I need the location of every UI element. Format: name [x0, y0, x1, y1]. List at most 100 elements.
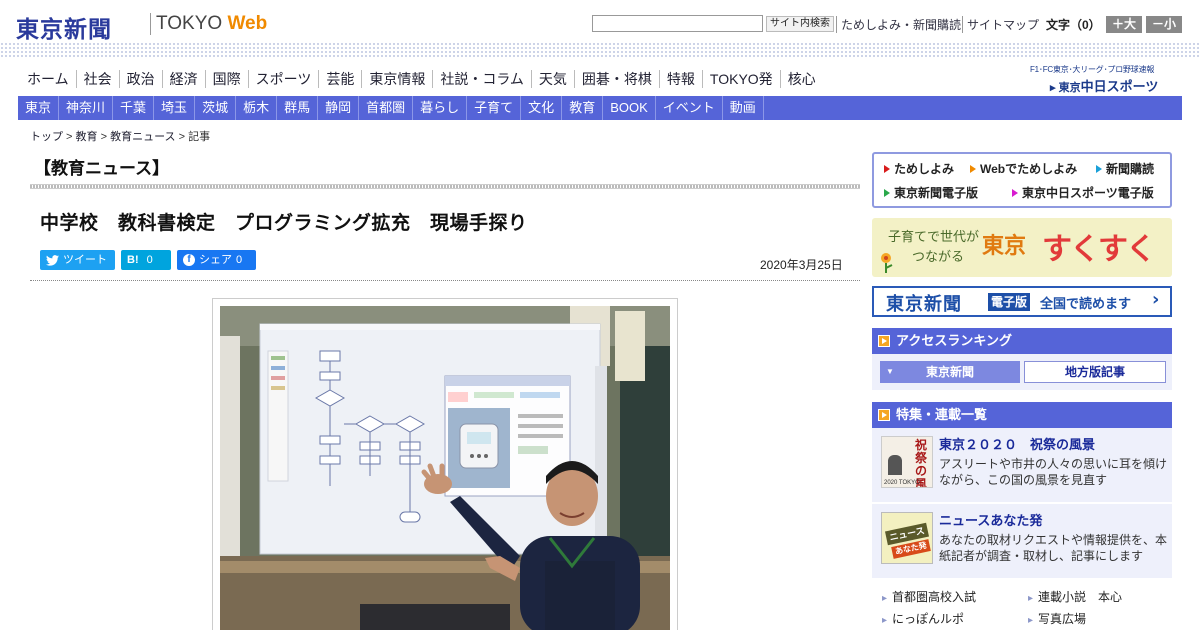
region-video[interactable]: 動画 [723, 96, 764, 120]
promo-chunichi-digital-link[interactable]: 東京中日スポーツ電子版 [1012, 184, 1154, 201]
digital-edition-banner[interactable]: 東京新聞 電子版 全国で読めます › [872, 286, 1172, 317]
breadcrumb-top[interactable]: トップ [30, 131, 63, 143]
nav-entertainment[interactable]: 芸能 [319, 70, 363, 88]
nav-economy[interactable]: 経済 [163, 70, 206, 88]
flower-icon [881, 253, 893, 273]
link-high-school-exam[interactable]: 首都圏高校入試 [882, 588, 976, 605]
section-label: 【教育ニュース】 [34, 159, 170, 178]
sponsor-tagline[interactable]: F1･FC東京･大リーグ･プロ野球速報 [1030, 64, 1154, 75]
promo-trial-label: ためしよみ [894, 162, 955, 176]
promo-web-trial-link[interactable]: Webでためしよみ [970, 160, 1077, 177]
site-logo[interactable]: 東京新聞 [16, 10, 112, 44]
region-shutoken[interactable]: 首都圏 [359, 96, 414, 120]
region-living[interactable]: 暮らし [413, 96, 468, 120]
ebanner-logo: 東京新聞 [886, 294, 962, 315]
nav-tokyo-info[interactable]: 東京情報 [362, 70, 434, 88]
font-smaller-button[interactable]: －小 [1146, 16, 1182, 33]
ranking-tab-local-articles[interactable]: 地方版記事 [1024, 361, 1166, 383]
region-gunma[interactable]: 群馬 [277, 96, 319, 120]
red-triangle-icon [884, 165, 890, 173]
breadcrumb-separator: > [63, 131, 76, 143]
section-rule [30, 184, 860, 189]
region-tokyo[interactable]: 東京 [18, 96, 60, 120]
feature-item[interactable]: 祝祭の風景 2020 TOKYO 東京２０２０ 祝祭の風景 アスリートや市井の人… [872, 428, 1172, 502]
classroom-photo-illustration [220, 306, 670, 630]
sukusuku-logo: すくすく [1042, 232, 1156, 267]
access-ranking-title: アクセスランキング [896, 333, 1012, 348]
chunichi-sports-banner[interactable]: ▸ 東京中日スポーツ [1050, 76, 1158, 95]
link-serial-novel[interactable]: 連載小説 本心 [1028, 588, 1122, 605]
nav-special-report[interactable]: 特報 [660, 70, 703, 88]
region-shizuoka[interactable]: 静岡 [318, 96, 360, 120]
hatena-count: 0 [146, 254, 153, 266]
nav-society[interactable]: 社会 [77, 70, 120, 88]
region-tochigi[interactable]: 栃木 [236, 96, 278, 120]
nav-home[interactable]: ホーム [20, 70, 77, 88]
logo-divider [150, 13, 151, 35]
features-title: 特集・連載一覧 [896, 407, 988, 422]
runner-figure [888, 455, 902, 475]
tweet-button[interactable]: ツイート [40, 250, 115, 270]
promo-digital-label: 東京新聞電子版 [894, 186, 979, 200]
sitemap-link[interactable]: サイトマップ [962, 16, 1039, 33]
article-photo[interactable] [220, 306, 670, 630]
feature-thumb-tokyo2020: 祝祭の風景 2020 TOKYO [881, 436, 933, 488]
facebook-share-button[interactable]: f シェア 0 [177, 250, 256, 270]
feature-title: 東京２０２０ 祝祭の風景 [939, 437, 1096, 452]
region-parenting[interactable]: 子育て [467, 96, 522, 120]
tokyo-web-logo[interactable]: TOKYO Web [156, 13, 267, 35]
article-date: 2020年3月25日 [760, 258, 843, 272]
feature-description: アスリートや市井の人々の思いに耳を傾けながら、この国の風景を見直す [939, 457, 1168, 487]
region-saitama[interactable]: 埼玉 [154, 96, 196, 120]
nav-sports[interactable]: スポーツ [249, 70, 320, 88]
chevron-right-icon: › [1152, 289, 1160, 310]
nav-international[interactable]: 国際 [206, 70, 249, 88]
site-search-button[interactable]: サイト内検索 [766, 16, 834, 32]
feature-item[interactable]: ニュース あなた発 ニュースあなた発 あなたの取材リクエストや情報提供を、本紙記… [872, 504, 1172, 578]
sukusuku-banner[interactable]: 子育てで世代が つながる 東京 すくすく [872, 218, 1172, 277]
green-triangle-icon [884, 189, 890, 197]
nav-go-shogi[interactable]: 囲碁・将棋 [575, 70, 660, 88]
sponsor-arrow-icon: ▸ [1050, 82, 1056, 94]
logo-tokyo-text: TOKYO [156, 13, 223, 34]
promo-trial-link[interactable]: ためしよみ [884, 160, 954, 177]
access-ranking-header: アクセスランキング [872, 328, 1172, 354]
region-event[interactable]: イベント [656, 96, 723, 120]
search-input[interactable] [592, 15, 763, 32]
breadcrumb-education[interactable]: 教育 [76, 131, 98, 143]
region-ibaraki[interactable]: 茨城 [195, 96, 237, 120]
sukusuku-tagline-2: つながる [912, 249, 965, 264]
hatena-bookmark-button[interactable]: B! 0 [121, 250, 171, 270]
sukusuku-tokyo: 東京 [982, 233, 1027, 259]
region-book[interactable]: BOOK [603, 96, 656, 120]
region-kanagawa[interactable]: 神奈川 [59, 96, 114, 120]
ranking-tab-tokyo-shimbun[interactable]: ▼ 東京新聞 [880, 361, 1020, 383]
region-culture[interactable]: 文化 [521, 96, 563, 120]
nav-editorial-column[interactable]: 社説・コラム [433, 70, 532, 88]
nav-politics[interactable]: 政治 [120, 70, 163, 88]
fb-share-count: 0 [236, 254, 243, 266]
trial-subscribe-link[interactable]: ためしよみ・新聞購読 [836, 16, 961, 33]
blue-triangle-icon [1096, 165, 1102, 173]
nav-weather[interactable]: 天気 [532, 70, 575, 88]
font-larger-button[interactable]: ＋大 [1106, 16, 1142, 33]
promo-digital-link[interactable]: 東京新聞電子版 [884, 184, 978, 201]
region-nav: 東京 神奈川 千葉 埼玉 茨城 栃木 群馬 静岡 首都圏 暮らし 子育て 文化 … [18, 96, 1182, 120]
promo-subscribe-link[interactable]: 新聞購読 [1096, 160, 1154, 177]
main-nav: ホーム 社会 政治 経済 国際 スポーツ 芸能 東京情報 社説・コラム 天気 囲… [20, 70, 823, 88]
sponsor-name: 中日スポーツ [1080, 79, 1159, 94]
link-nippon-report[interactable]: にっぽんルポ [882, 610, 964, 627]
article-title: 中学校 教科書検定 プログラミング拡充 現場手探り [40, 213, 528, 234]
header-dotted-rule [0, 42, 1200, 58]
breadcrumb-education-news[interactable]: 教育ニュース [110, 131, 175, 143]
region-chiba[interactable]: 千葉 [113, 96, 155, 120]
ranking-tab-tokyo-label: 東京新聞 [925, 365, 974, 379]
breadcrumb: トップ > 教育 > 教育ニュース > 記事 [30, 128, 210, 144]
nav-tokyo-hatsu[interactable]: TOKYO発 [703, 70, 781, 88]
font-size-label: 文字（0） [1046, 18, 1101, 32]
link-photo-plaza[interactable]: 写真広場 [1028, 610, 1086, 627]
page: 東京新聞 TOKYO Web サイト内検索 ためしよみ・新聞購読 サイトマップ … [0, 0, 1200, 630]
nav-core[interactable]: 核心 [781, 70, 823, 88]
region-education[interactable]: 教育 [562, 96, 604, 120]
promo-web-trial-label: Webでためしよみ [980, 162, 1078, 176]
